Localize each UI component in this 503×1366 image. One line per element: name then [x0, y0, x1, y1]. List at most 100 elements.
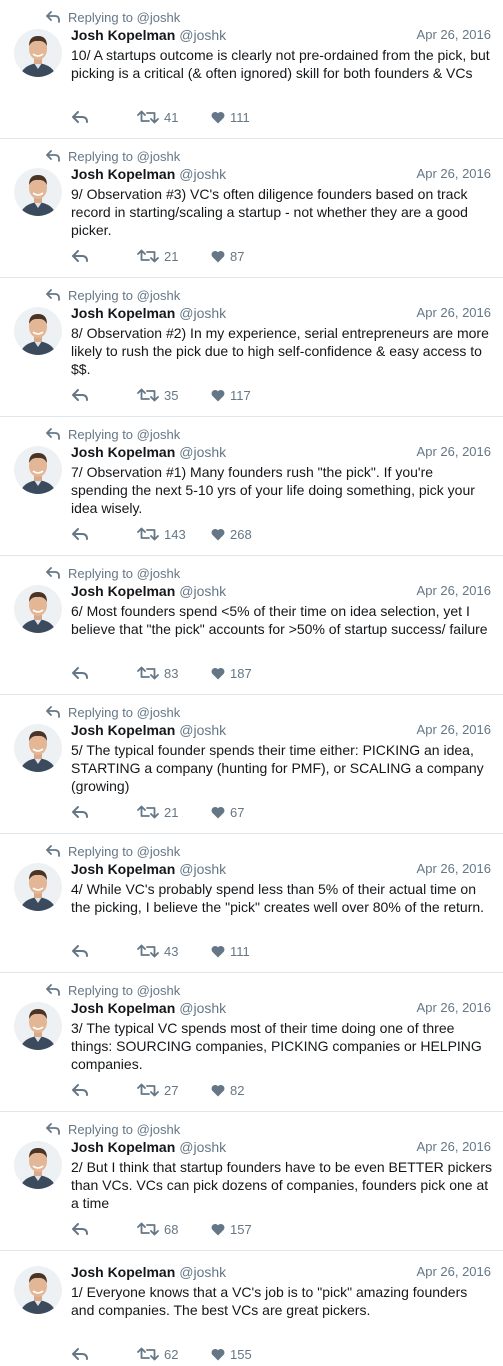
replying-to-handle[interactable]: @joshk	[137, 288, 181, 303]
like-button[interactable]: 155	[211, 1345, 252, 1363]
replying-to-handle[interactable]: @joshk	[137, 844, 181, 859]
tweet-date[interactable]: Apr 26, 2016	[417, 583, 491, 598]
avatar[interactable]	[14, 585, 62, 633]
author-name[interactable]: Josh Kopelman	[71, 444, 175, 460]
author-name[interactable]: Josh Kopelman	[71, 1000, 175, 1016]
like-count: 111	[230, 943, 250, 959]
retweet-count: 83	[164, 665, 179, 681]
author-name[interactable]: Josh Kopelman	[71, 166, 175, 182]
tweet[interactable]: Replying to @joshk Josh Kopelman @joshk …	[0, 834, 503, 973]
avatar[interactable]	[14, 29, 62, 77]
replying-to-prefix: Replying to	[68, 982, 134, 998]
author-handle[interactable]: @joshk	[179, 166, 226, 182]
avatar[interactable]	[14, 307, 62, 355]
tweet[interactable]: Replying to @joshk Josh Kopelman @joshk …	[0, 973, 503, 1112]
tweet[interactable]: Replying to @joshk Josh Kopelman @joshk …	[0, 139, 503, 278]
author-name[interactable]: Josh Kopelman	[71, 305, 175, 321]
author-handle[interactable]: @joshk	[179, 861, 226, 877]
tweet-date[interactable]: Apr 26, 2016	[417, 27, 491, 42]
avatar[interactable]	[14, 1002, 62, 1050]
author-name[interactable]: Josh Kopelman	[71, 583, 175, 599]
tweet-header: Josh Kopelman @joshk Apr 26, 2016	[71, 1264, 491, 1282]
author-handle[interactable]: @joshk	[179, 722, 226, 738]
reply-button[interactable]	[71, 803, 89, 821]
retweet-button[interactable]: 21	[137, 803, 178, 821]
heart-icon	[211, 250, 225, 262]
avatar[interactable]	[14, 168, 62, 216]
tweet[interactable]: Replying to @joshk Josh Kopelman @joshk …	[0, 0, 503, 139]
reply-button[interactable]	[71, 247, 89, 265]
retweet-button[interactable]: 143	[137, 525, 186, 543]
author-handle[interactable]: @joshk	[179, 305, 226, 321]
like-button[interactable]: 111	[211, 942, 250, 960]
reply-arrow-icon	[46, 150, 60, 162]
reply-button[interactable]	[71, 386, 89, 404]
retweet-button[interactable]: 21	[137, 247, 178, 265]
tweet-date[interactable]: Apr 26, 2016	[417, 1139, 491, 1154]
author-handle[interactable]: @joshk	[179, 1264, 226, 1280]
retweet-button[interactable]: 41	[137, 108, 178, 126]
author-name[interactable]: Josh Kopelman	[71, 861, 175, 877]
tweet-date[interactable]: Apr 26, 2016	[417, 1000, 491, 1015]
reply-button[interactable]	[71, 942, 89, 960]
retweet-button[interactable]: 62	[137, 1345, 178, 1363]
replying-to-handle[interactable]: @joshk	[137, 427, 181, 442]
reply-button[interactable]	[71, 664, 89, 682]
reply-button[interactable]	[71, 108, 89, 126]
tweet-date[interactable]: Apr 26, 2016	[417, 1264, 491, 1279]
reply-button[interactable]	[71, 525, 89, 543]
tweet-header: Josh Kopelman @joshk Apr 26, 2016	[71, 583, 491, 601]
author-handle[interactable]: @joshk	[179, 583, 226, 599]
like-button[interactable]: 117	[211, 386, 251, 404]
like-button[interactable]: 82	[211, 1081, 244, 1099]
replying-to-handle[interactable]: @joshk	[137, 10, 181, 25]
author-name[interactable]: Josh Kopelman	[71, 1264, 175, 1280]
tweet-text: 4/ While VC's probably spend less than 5…	[71, 881, 485, 915]
replying-to-handle[interactable]: @joshk	[137, 149, 181, 164]
tweet[interactable]: Replying to @joshk Josh Kopelman @joshk …	[0, 556, 503, 695]
replying-to-handle[interactable]: @joshk	[137, 705, 181, 720]
tweet-date[interactable]: Apr 26, 2016	[417, 861, 491, 876]
like-button[interactable]: 187	[211, 664, 252, 682]
like-button[interactable]: 268	[211, 525, 252, 543]
reply-button[interactable]	[71, 1220, 89, 1238]
tweet-date[interactable]: Apr 26, 2016	[417, 722, 491, 737]
avatar[interactable]	[14, 863, 62, 911]
author-name[interactable]: Josh Kopelman	[71, 722, 175, 738]
replying-to-handle[interactable]: @joshk	[137, 983, 181, 998]
replying-to-context: Replying to @joshk	[46, 148, 180, 164]
tweet-date[interactable]: Apr 26, 2016	[417, 305, 491, 320]
author-handle[interactable]: @joshk	[179, 1139, 226, 1155]
author-name[interactable]: Josh Kopelman	[71, 1139, 175, 1155]
like-button[interactable]: 157	[211, 1220, 252, 1238]
avatar[interactable]	[14, 1266, 62, 1314]
retweet-button[interactable]: 35	[137, 386, 178, 404]
author-handle[interactable]: @joshk	[179, 444, 226, 460]
avatar[interactable]	[14, 724, 62, 772]
tweet[interactable]: Replying to @joshk Josh Kopelman @joshk …	[0, 417, 503, 556]
author-handle[interactable]: @joshk	[179, 1000, 226, 1016]
tweet-date[interactable]: Apr 26, 2016	[417, 166, 491, 181]
reply-button[interactable]	[71, 1345, 89, 1363]
replying-to-context: Replying to @joshk	[46, 426, 180, 442]
tweet-date[interactable]: Apr 26, 2016	[417, 444, 491, 459]
replying-to-handle[interactable]: @joshk	[137, 1122, 181, 1137]
replying-to-handle[interactable]: @joshk	[137, 566, 181, 581]
like-button[interactable]: 111	[211, 108, 250, 126]
tweet[interactable]: Replying to @joshk Josh Kopelman @joshk …	[0, 278, 503, 417]
tweet[interactable]: Replying to @joshk Josh Kopelman @joshk …	[0, 1112, 503, 1251]
tweet-header: Josh Kopelman @joshk Apr 26, 2016	[71, 27, 491, 45]
avatar[interactable]	[14, 1141, 62, 1189]
author-name[interactable]: Josh Kopelman	[71, 27, 175, 43]
reply-button[interactable]	[71, 1081, 89, 1099]
retweet-button[interactable]: 27	[137, 1081, 178, 1099]
tweet[interactable]: Replying to @joshk Josh Kopelman @joshk …	[0, 695, 503, 834]
avatar[interactable]	[14, 446, 62, 494]
like-button[interactable]: 67	[211, 803, 244, 821]
author-handle[interactable]: @joshk	[179, 27, 226, 43]
tweet[interactable]: Josh Kopelman @joshk Apr 26, 2016 1/ Eve…	[0, 1251, 503, 1366]
retweet-button[interactable]: 68	[137, 1220, 178, 1238]
like-button[interactable]: 87	[211, 247, 244, 265]
retweet-button[interactable]: 43	[137, 942, 178, 960]
retweet-button[interactable]: 83	[137, 664, 178, 682]
